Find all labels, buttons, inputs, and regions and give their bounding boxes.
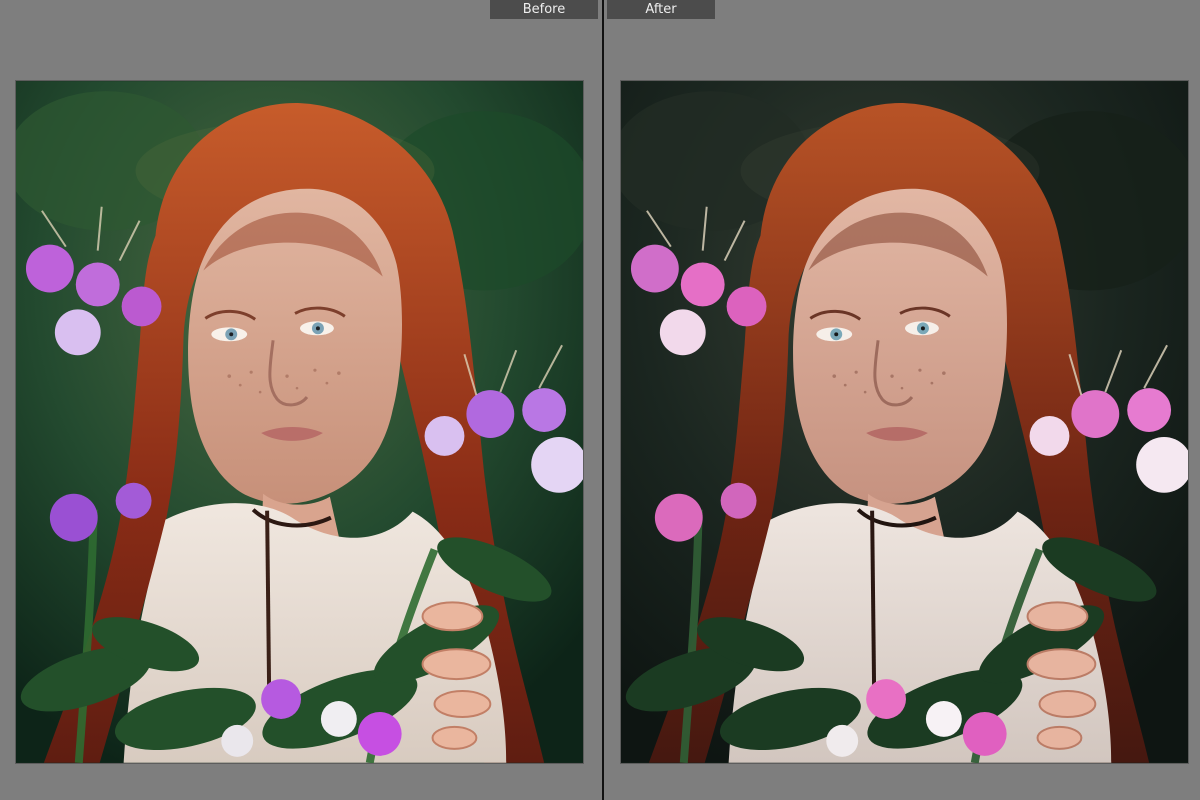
after-photo (620, 80, 1189, 764)
before-after-viewer: Before After (0, 0, 1200, 800)
compare-divider[interactable] (601, 0, 605, 800)
portrait-photo-icon (621, 81, 1188, 763)
before-photo (15, 80, 584, 764)
after-label: After (607, 0, 715, 19)
before-label: Before (490, 0, 598, 19)
divider-line (602, 0, 604, 800)
portrait-photo-icon (16, 81, 583, 763)
